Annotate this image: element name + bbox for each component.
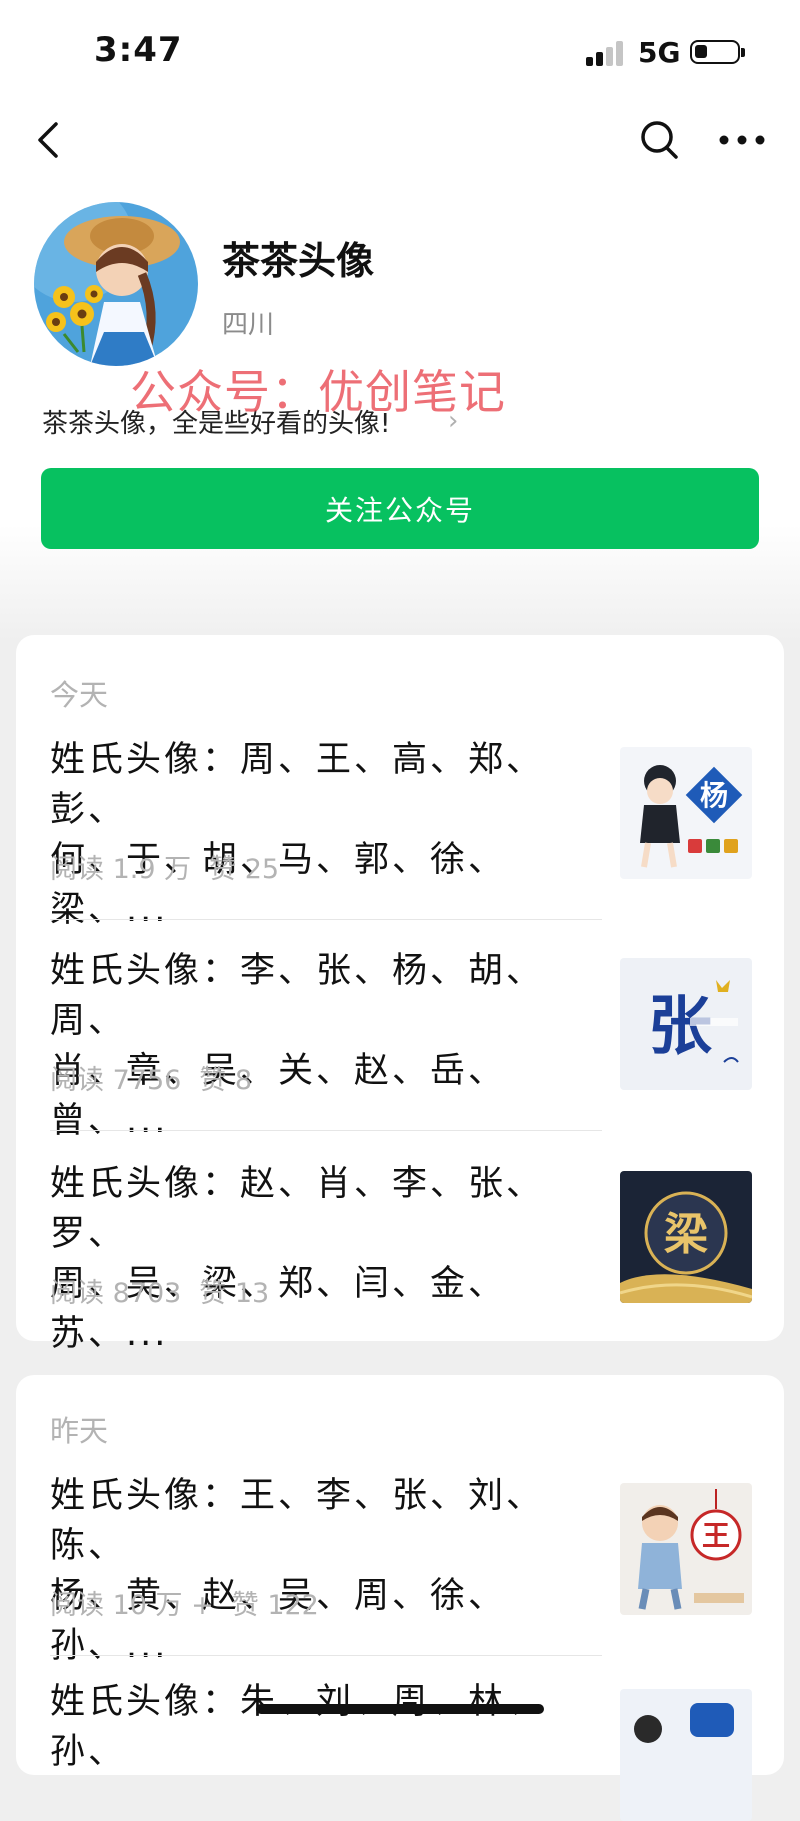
article-thumbnail: 王 bbox=[620, 1483, 752, 1615]
article-thumbnail: 张 bbox=[620, 958, 752, 1090]
more-dots-icon[interactable] bbox=[718, 130, 766, 150]
home-indicator bbox=[256, 1704, 544, 1714]
feed-group-yesterday: 昨天 姓氏头像：王、李、张、刘、陈、 杨、黄、赵、吴、周、徐、孙、... 阅读 … bbox=[16, 1375, 784, 1821]
follow-button[interactable]: 关注公众号 bbox=[41, 468, 759, 549]
read-count: 阅读 8703 bbox=[50, 1278, 182, 1309]
article-item[interactable]: 姓氏头像：周、王、高、郑、彭、 何、于、胡、马、郭、徐、梁、... 阅读 1.9… bbox=[16, 735, 784, 930]
account-avatar[interactable] bbox=[34, 202, 198, 366]
article-item[interactable]: 姓氏头像：赵、肖、李、张、罗、 周、吴、梁、郑、闫、金、苏、... 阅读 870… bbox=[16, 1159, 784, 1354]
watermark-text: 公众号：优创笔记 bbox=[130, 365, 506, 419]
read-count: 阅读 1.9 万 bbox=[50, 854, 192, 885]
article-stats: 阅读 7756 赞 8 bbox=[50, 1058, 252, 1097]
thumbnail-text: 梁 bbox=[664, 1209, 708, 1260]
article-thumbnail bbox=[620, 1689, 752, 1821]
article-stats: 阅读 1.9 万赞 25 bbox=[50, 847, 279, 886]
day-label: 今天 bbox=[50, 678, 109, 712]
divider bbox=[50, 919, 602, 920]
like-count: 赞 122 bbox=[231, 1590, 319, 1621]
search-icon[interactable] bbox=[638, 118, 682, 162]
network-type: 5G bbox=[638, 36, 681, 69]
article-stats: 阅读 10 万 + 赞 122 bbox=[50, 1583, 319, 1622]
thumbnail-text: 王 bbox=[702, 1519, 730, 1552]
thumbnail-text: 张 bbox=[648, 990, 712, 1064]
battery-icon bbox=[690, 40, 745, 64]
account-location: 四川 bbox=[222, 310, 275, 340]
article-title: 姓氏头像：李、张、杨、胡、周、 肖、章、吴、关、赵、岳、曾、... bbox=[50, 951, 545, 1141]
article-title: 姓氏头像：周、王、高、郑、彭、 何、于、胡、马、郭、徐、梁、... bbox=[50, 740, 545, 930]
read-count: 阅读 7756 bbox=[50, 1065, 182, 1096]
like-count: 赞 25 bbox=[209, 854, 280, 885]
article-title: 姓氏头像：朱、刘、周、林、孙、 bbox=[50, 1682, 545, 1772]
status-time: 3:47 bbox=[94, 30, 183, 70]
feed-group-today: 今天 姓氏头像：周、王、高、郑、彭、 何、于、胡、马、郭、徐、梁、... 阅读 … bbox=[16, 635, 784, 1354]
read-count: 阅读 10 万 + bbox=[50, 1590, 214, 1621]
like-count: 赞 13 bbox=[199, 1278, 270, 1309]
account-name: 茶茶头像 bbox=[222, 239, 375, 283]
article-item[interactable]: 姓氏头像：朱、刘、周、林、孙、 bbox=[16, 1677, 784, 1821]
article-stats: 阅读 8703 赞 13 bbox=[50, 1271, 269, 1310]
like-count: 赞 8 bbox=[199, 1065, 253, 1096]
cellular-signal-icon bbox=[586, 40, 626, 66]
article-item[interactable]: 姓氏头像：王、李、张、刘、陈、 杨、黄、赵、吴、周、徐、孙、... 阅读 10 … bbox=[16, 1471, 784, 1666]
article-thumbnail: 杨 bbox=[620, 747, 752, 879]
article-thumbnail: 梁 bbox=[620, 1171, 752, 1303]
article-item[interactable]: 姓氏头像：李、张、杨、胡、周、 肖、章、吴、关、赵、岳、曾、... 阅读 775… bbox=[16, 946, 784, 1141]
article-title: 姓氏头像：赵、肖、李、张、罗、 周、吴、梁、郑、闫、金、苏、... bbox=[50, 1164, 545, 1354]
day-label: 昨天 bbox=[50, 1414, 109, 1448]
chevron-left-icon[interactable] bbox=[30, 118, 74, 162]
thumbnail-text: 杨 bbox=[700, 779, 728, 812]
divider bbox=[50, 1655, 602, 1656]
article-title: 姓氏头像：王、李、张、刘、陈、 杨、黄、赵、吴、周、徐、孙、... bbox=[50, 1476, 545, 1666]
divider bbox=[50, 1130, 602, 1131]
